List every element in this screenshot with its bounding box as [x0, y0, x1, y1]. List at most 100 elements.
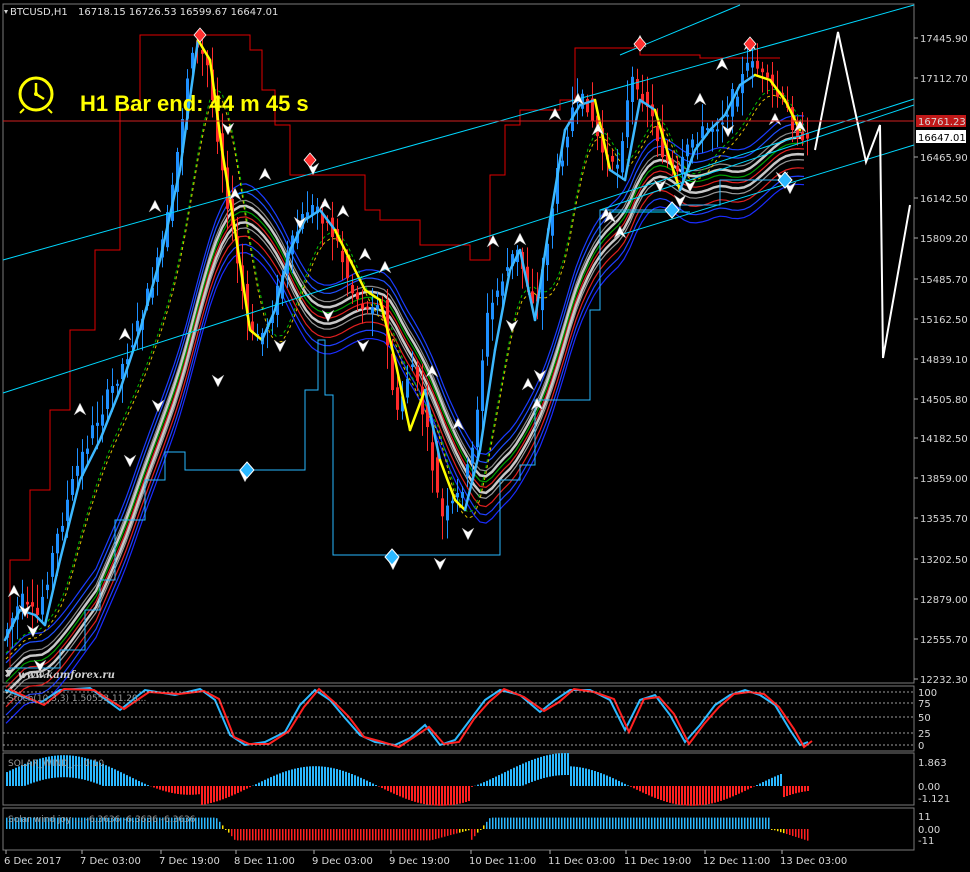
price-tick-label: 14839.10 [920, 355, 968, 366]
solar-bar [750, 786, 752, 788]
candle-body [496, 290, 499, 297]
solar-bar [570, 766, 572, 786]
joy-bar [450, 829, 452, 836]
solar-bar [432, 786, 434, 806]
solar-bar [582, 767, 584, 786]
solar-bar [225, 786, 227, 799]
joy-bar [537, 817, 539, 829]
candle-body [86, 448, 89, 454]
joy-bar [678, 817, 680, 829]
joy-bar [522, 817, 524, 829]
joy-bar [300, 829, 302, 841]
candle-body [686, 144, 689, 157]
joy-bar [492, 817, 494, 829]
solar-bar [390, 786, 392, 793]
solar-bar [492, 778, 494, 786]
joy-bar [780, 829, 782, 833]
solar-bar [780, 774, 782, 786]
joy-bar [327, 829, 329, 841]
joy-bar [387, 829, 389, 841]
solar-bar [264, 779, 266, 786]
time-tick-label: 13 Dec 03:00 [780, 856, 847, 867]
candle-body [361, 303, 364, 310]
solar-bar [435, 786, 437, 806]
price-tick-label: 14182.50 [920, 434, 968, 445]
solar-bar [153, 786, 155, 788]
joy-bar [342, 829, 344, 841]
joy-bar [498, 817, 500, 829]
joy-bar [609, 817, 611, 829]
solar-bar [375, 785, 377, 786]
solar-bar [621, 782, 623, 786]
candle-body [436, 457, 439, 493]
joy-bar [612, 817, 614, 829]
solar-bar [573, 766, 575, 786]
price-tick-label: 13859.00 [920, 474, 968, 485]
solar-bar [663, 786, 665, 802]
solar-bar [486, 780, 488, 786]
solar-bar [504, 772, 506, 786]
joy-bar [381, 829, 383, 841]
joy-bar [693, 817, 695, 829]
joy-bar [228, 829, 230, 833]
price-tick-label: 16142.50 [920, 194, 968, 205]
solar-bar [735, 786, 737, 796]
joy-bar [234, 829, 236, 840]
joy-bar [360, 829, 362, 841]
solar-bar [726, 786, 728, 799]
joy-bar [210, 817, 212, 829]
joy-bar [330, 829, 332, 841]
solar-bar [636, 786, 638, 790]
joy-bar [594, 817, 596, 829]
solar-bar [201, 786, 203, 805]
solar-bar [549, 754, 551, 777]
candle-body [376, 305, 379, 310]
solar-bar [399, 786, 401, 797]
joy-bar [252, 829, 254, 841]
joy-bar [627, 817, 629, 829]
solar-bar [714, 786, 716, 803]
candle-body [451, 500, 454, 504]
solar-bar [282, 772, 284, 786]
joy-bar [669, 817, 671, 829]
solar-bar [354, 775, 356, 786]
solar-bar [402, 786, 404, 798]
joy-bar [465, 829, 467, 832]
joy-bar [390, 829, 392, 841]
solar-bar [618, 780, 620, 786]
joy-bar [519, 817, 521, 829]
candle-body [116, 383, 119, 386]
joy-bar [792, 829, 794, 836]
joy-bar [231, 829, 233, 837]
solar-bar [255, 784, 257, 786]
solar-bar [531, 759, 533, 782]
joy-bar [453, 829, 455, 835]
joy-bar [735, 817, 737, 829]
joy-bar [408, 829, 410, 841]
solar-bar [516, 766, 518, 786]
solar-bar [660, 786, 662, 801]
solar-bar [270, 777, 272, 786]
candle-body [36, 607, 39, 615]
time-axis[interactable]: 6 Dec 2017 7 Dec 03:00 7 Dec 19:00 8 Dec 11… [4, 850, 847, 867]
joy-bar [471, 829, 473, 840]
candle-body [26, 601, 29, 605]
chart-window[interactable]: BTCUSD,H1 16718.15 16726.53 16599.67 166… [0, 0, 970, 872]
solar-bar [117, 770, 119, 786]
joy-bar [651, 817, 653, 829]
joy-bar [267, 829, 269, 841]
joy-bar [444, 829, 446, 837]
joy-bar [219, 821, 221, 829]
candle-body [366, 306, 369, 309]
joy-bar [216, 818, 218, 829]
joy-bar [480, 829, 482, 830]
solar-bar [627, 785, 629, 786]
candle-body [416, 366, 419, 381]
solar-bar [510, 769, 512, 786]
price-tick-label: 15485.70 [920, 275, 968, 286]
time-tick-label: 11 Dec 19:00 [624, 856, 691, 867]
solar-bar [291, 769, 293, 786]
chart-header-symbol: BTCUSD,H1 [10, 7, 68, 18]
candle-body [441, 498, 444, 517]
solar-bar [9, 770, 11, 786]
